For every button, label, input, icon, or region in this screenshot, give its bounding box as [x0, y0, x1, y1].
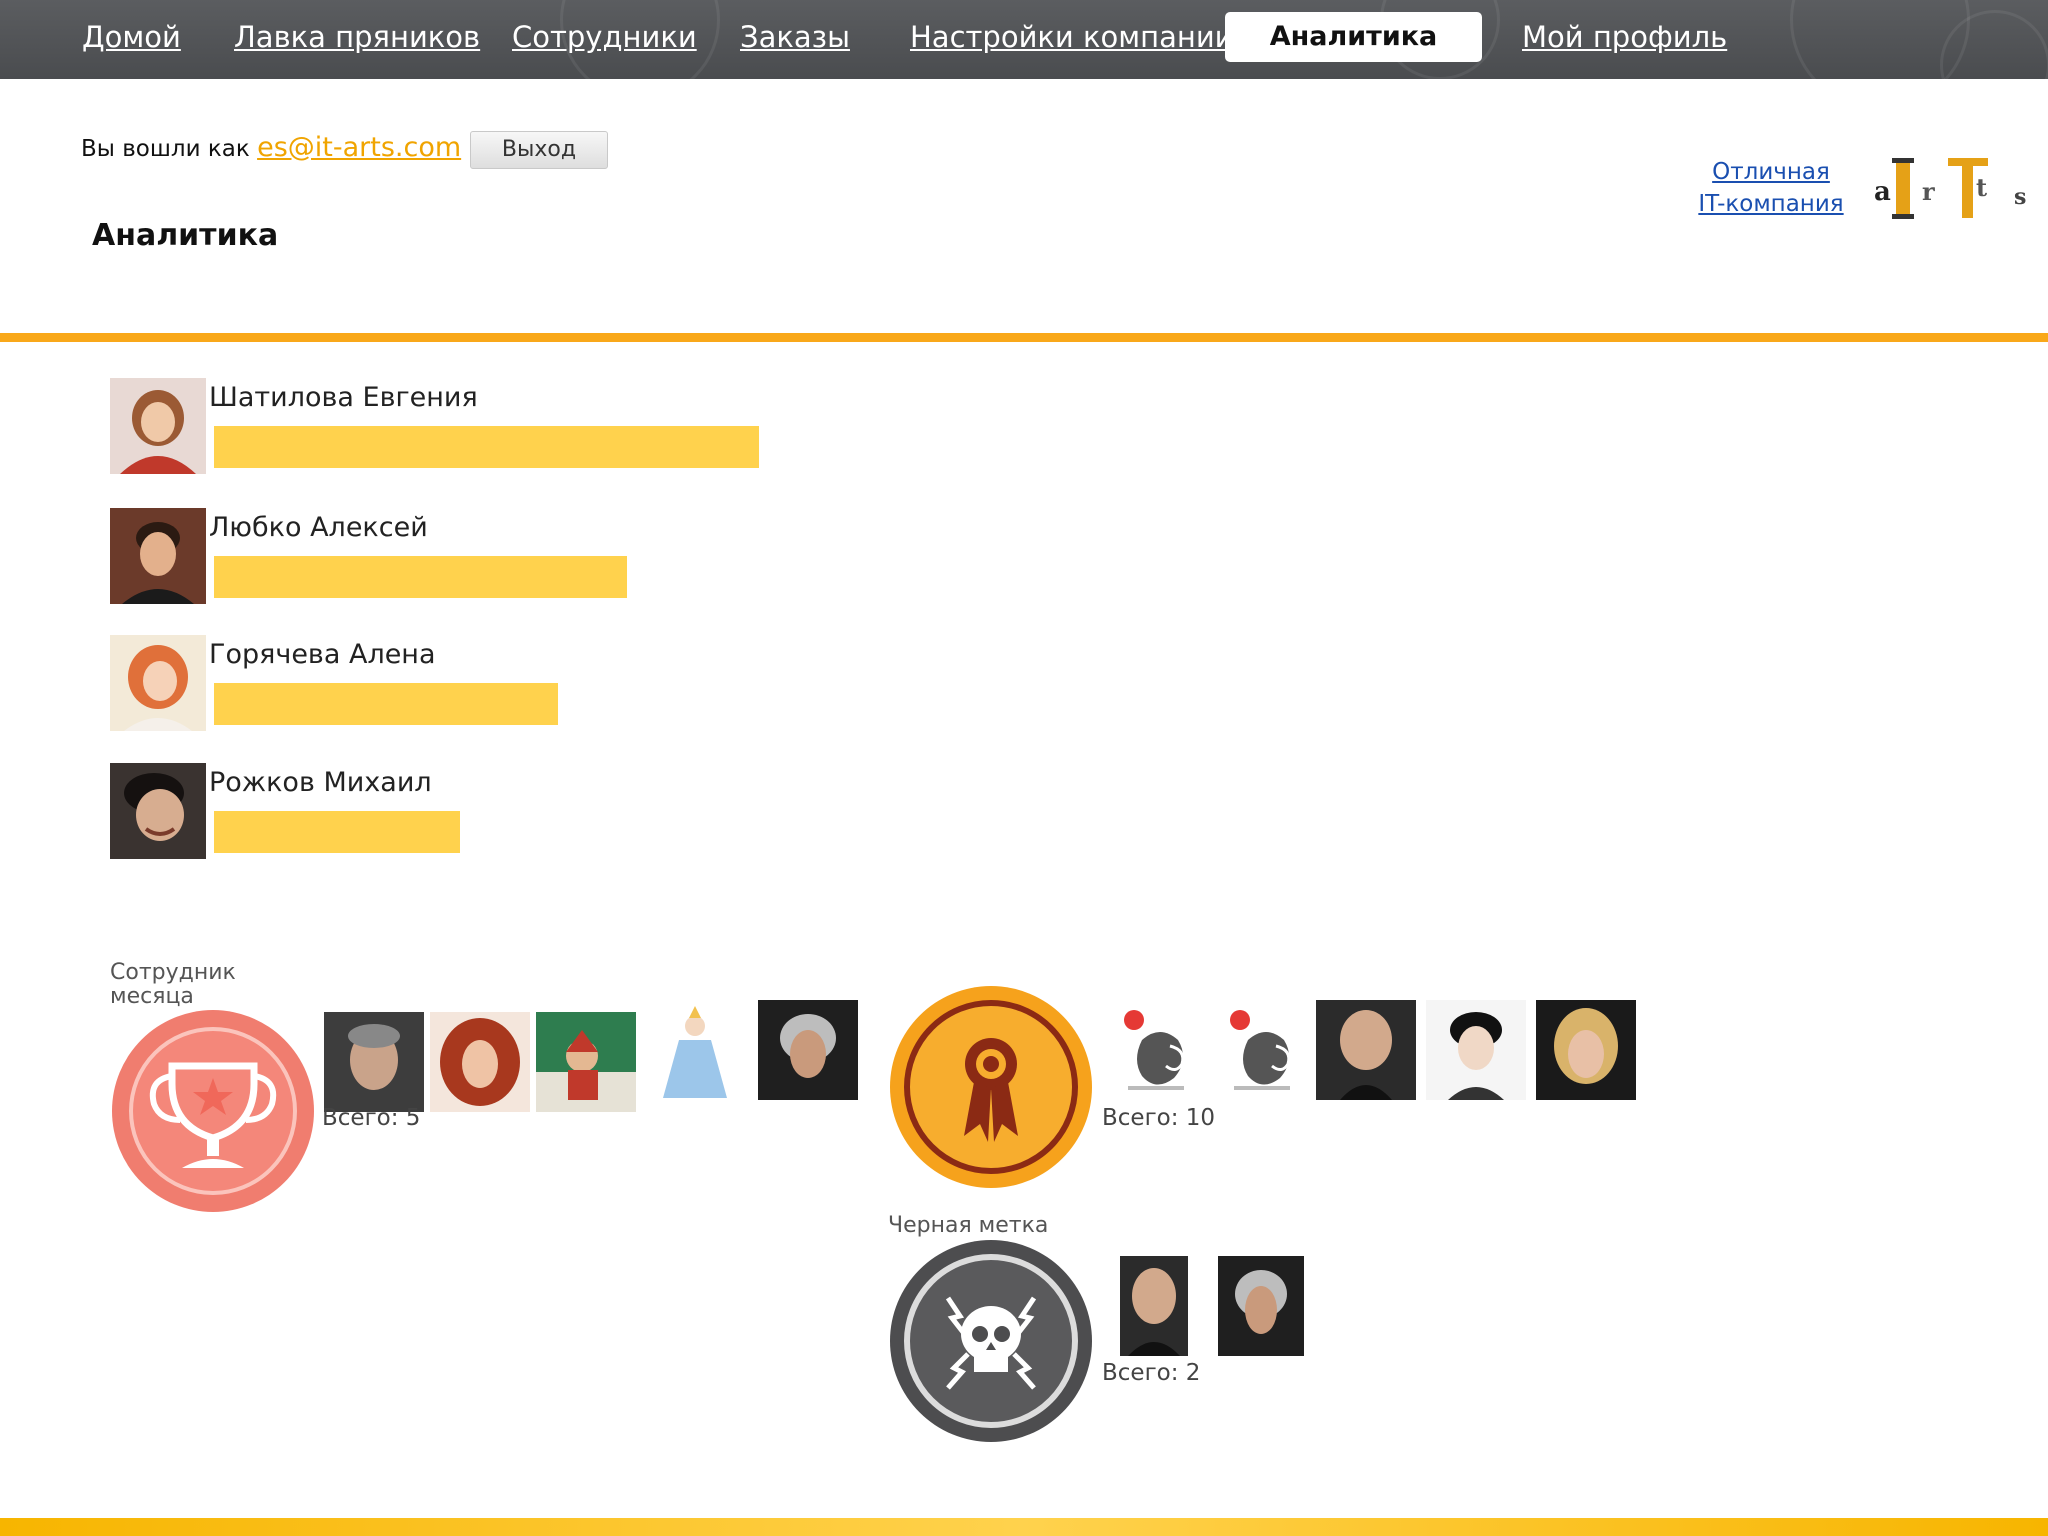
score-bar-track — [214, 811, 994, 853]
trophy-badge-icon[interactable] — [110, 1008, 316, 1214]
nav-item-my-profile[interactable]: Мой профиль — [1522, 0, 1727, 79]
avatar[interactable] — [110, 378, 206, 474]
page-title: Аналитика — [92, 218, 279, 253]
employee-row: Горячева Алена — [110, 635, 1010, 745]
recipient-thumbnail[interactable] — [1120, 1256, 1188, 1356]
employee-name: Любко Алексей — [209, 512, 428, 543]
nav-item-company-settings[interactable]: Настройки компании — [910, 0, 1234, 79]
nav-item-analytics[interactable]: Аналитика — [1225, 12, 1482, 62]
score-bar-track — [214, 683, 994, 725]
score-bar-track — [214, 556, 994, 598]
badge-caption: Черная метка — [888, 1213, 1049, 1238]
footer-bar — [0, 1518, 2048, 1536]
employee-name: Шатилова Евгения — [209, 382, 478, 413]
employee-name: Горячева Алена — [209, 639, 436, 670]
user-email-link[interactable]: es@it-arts.com — [257, 132, 461, 163]
recipient-thumbnail[interactable] — [536, 1012, 636, 1112]
recipient-thumbnail[interactable] — [1536, 1000, 1636, 1100]
nav-item-home[interactable]: Домой — [82, 0, 181, 79]
top-navigation: Домой Лавка пряников Сотрудники Заказы Н… — [0, 0, 2048, 79]
svg-text:r: r — [1922, 177, 1935, 206]
employee-row: Шатилова Евгения — [110, 378, 1010, 488]
avatar[interactable] — [110, 508, 206, 604]
badge-total: Всего: 2 — [1102, 1360, 1201, 1386]
badge-total: Всего: 10 — [1102, 1105, 1216, 1131]
promo-link[interactable]: Отличная IT-компания — [1692, 156, 1850, 220]
nav-item-gingerbread-shop[interactable]: Лавка пряников — [234, 0, 480, 79]
promo-line-1: Отличная — [1712, 159, 1830, 185]
header-divider — [0, 333, 2048, 342]
award-ribbon-badge-icon[interactable] — [888, 984, 1094, 1190]
score-bar — [214, 683, 558, 725]
score-bar — [214, 556, 627, 598]
score-bar — [214, 426, 759, 468]
recipient-thumbnail[interactable] — [1426, 1000, 1526, 1100]
promo-line-2: IT-компания — [1698, 191, 1844, 217]
company-logo: a r t s — [1874, 158, 2026, 219]
recipient-thumbnail[interactable] — [1212, 1000, 1312, 1100]
login-info: Вы вошли как es@it-arts.com — [81, 132, 461, 163]
recipient-thumbnail[interactable] — [645, 1000, 745, 1100]
recipient-thumbnail[interactable] — [1316, 1000, 1416, 1100]
nav-item-employees[interactable]: Сотрудники — [512, 0, 697, 79]
skull-badge-icon[interactable] — [888, 1238, 1094, 1444]
employee-row: Любко Алексей — [110, 508, 1010, 618]
badge-total: Всего: 5 — [322, 1105, 421, 1131]
nav-item-orders[interactable]: Заказы — [740, 0, 850, 79]
avatar[interactable] — [110, 763, 206, 859]
recipient-thumbnail[interactable] — [324, 1012, 424, 1112]
employee-row: Рожков Михаил — [110, 763, 1010, 873]
employee-name: Рожков Михаил — [209, 767, 432, 798]
logged-in-label: Вы вошли как — [81, 136, 250, 162]
badge-caption: Сотрудник месяца — [110, 961, 236, 1009]
svg-text:a: a — [1874, 177, 1891, 207]
badge-caption-line-2: месяца — [110, 984, 194, 1009]
avatar[interactable] — [110, 635, 206, 731]
recipient-thumbnail[interactable] — [758, 1000, 858, 1100]
svg-text:t: t — [1976, 173, 1987, 202]
logout-button[interactable]: Выход — [470, 131, 608, 169]
recipient-thumbnail[interactable] — [430, 1012, 530, 1112]
badge-caption-line-1: Сотрудник — [110, 960, 236, 985]
recipient-thumbnail[interactable] — [1106, 1000, 1206, 1100]
recipient-thumbnail[interactable] — [1218, 1256, 1304, 1356]
score-bar-track — [214, 426, 994, 468]
svg-text:s: s — [2014, 184, 2026, 210]
score-bar — [214, 811, 460, 853]
